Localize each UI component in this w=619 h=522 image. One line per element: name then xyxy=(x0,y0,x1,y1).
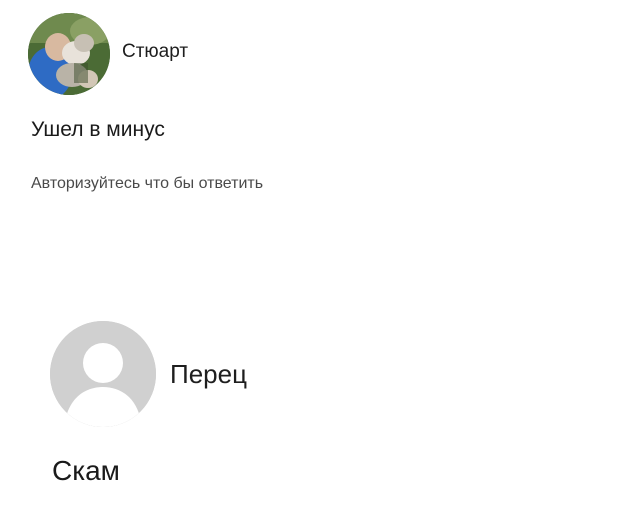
user-photo-icon xyxy=(28,13,110,95)
comment-text: Ушел в минус xyxy=(31,118,165,141)
comment-author[interactable]: Перец xyxy=(170,358,247,390)
avatar[interactable] xyxy=(28,13,110,95)
comment-item: Перец Скам xyxy=(0,300,619,522)
avatar[interactable] xyxy=(50,321,156,427)
default-user-silhouette-icon xyxy=(50,321,156,427)
comment-item: Стюарт Ушел в минус Авторизуйтесь что бы… xyxy=(0,0,619,240)
comment-text: Скам xyxy=(52,455,120,486)
reply-login-link[interactable]: Авторизуйтесь что бы ответить xyxy=(31,173,263,195)
comment-author[interactable]: Стюарт xyxy=(122,40,188,64)
